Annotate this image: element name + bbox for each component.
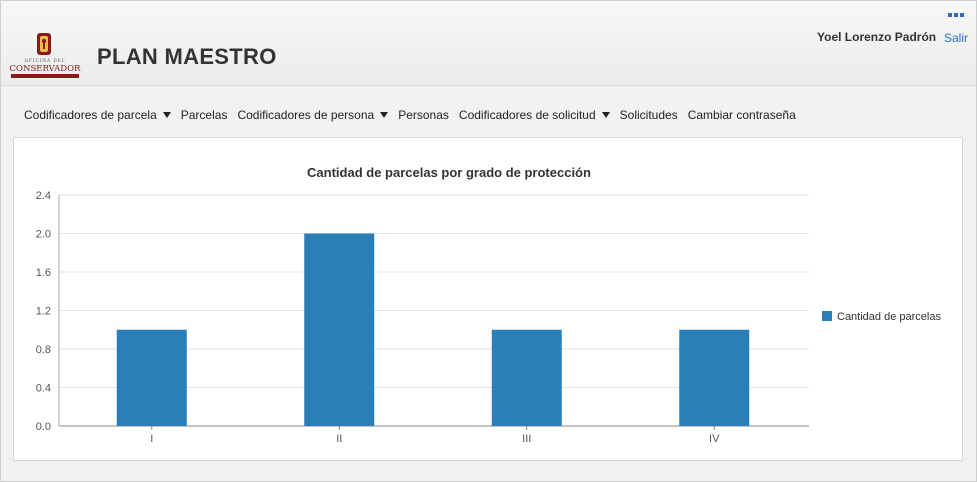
menu-item-codificadores-de-persona[interactable]: Codificadores de persona (237, 108, 389, 122)
y-tick-label: 2.4 (36, 190, 51, 202)
user-name: Yoel Lorenzo Padrón (817, 30, 937, 44)
caret-down-icon (601, 112, 610, 118)
main-menu: Codificadores de parcela Parcelas Codifica… (24, 107, 806, 123)
y-tick-label: 1.2 (36, 306, 51, 318)
y-tick-label: 0.8 (36, 344, 51, 356)
x-tick-label: III (522, 433, 531, 445)
menu-item-label: Cambiar contraseña (687, 108, 796, 122)
caret-down-icon (162, 112, 171, 118)
menu-item-cambiar-contraseña[interactable]: Cambiar contraseña (688, 108, 796, 122)
y-tick-label: 2.0 (36, 229, 51, 241)
header: OFICINA DEL CONSERVADOR PLAN MAESTRO Yoe… (1, 1, 976, 86)
x-tick-label: I (150, 433, 153, 445)
menu-item-solicitudes[interactable]: Solicitudes (620, 108, 678, 122)
menu-item-label: Personas (398, 108, 449, 122)
conservador-logo: OFICINA DEL CONSERVADOR (10, 33, 81, 78)
menu-item-label: Parcelas (180, 108, 228, 122)
more-options-icon[interactable] (948, 11, 966, 19)
menu-item-personas[interactable]: Personas (398, 108, 449, 122)
key-emblem-icon (37, 33, 51, 55)
legend-swatch (822, 311, 832, 321)
y-tick-label: 0.4 (36, 383, 51, 395)
bar-chart: Cantidad de parcelas por grado de protec… (36, 165, 942, 445)
menu-item-parcelas[interactable]: Parcelas (181, 108, 228, 122)
logo-top-text: OFICINA DEL (24, 58, 65, 63)
chart-title: Cantidad de parcelas por grado de protec… (307, 165, 591, 180)
menu-item-label: Codificadores de parcela (24, 108, 157, 122)
x-tick-label: II (336, 433, 342, 445)
legend-label: Cantidad de parcelas (837, 311, 941, 323)
menu-item-codificadores-de-parcela[interactable]: Codificadores de parcela (24, 108, 171, 122)
logo-main-text: CONSERVADOR (10, 64, 81, 74)
y-tick-label: 0.0 (36, 421, 51, 433)
y-tick-label: 1.6 (36, 267, 51, 279)
menu-item-label: Solicitudes (619, 108, 678, 122)
chart-panel: Cantidad de parcelas por grado de protec… (13, 137, 963, 461)
x-tick-label: IV (709, 433, 720, 445)
bar-ii (304, 233, 375, 426)
bar-iv (679, 329, 750, 426)
menu-item-label: Codificadores de solicitud (458, 108, 596, 122)
caret-down-icon (380, 112, 389, 118)
page-title: PLAN MAESTRO (97, 44, 277, 69)
menu-item-codificadores-de-solicitud[interactable]: Codificadores de solicitud (459, 108, 610, 122)
menu-item-label: Codificadores de persona (237, 108, 375, 122)
bar-iii (491, 329, 562, 426)
logout-link[interactable]: Salir (944, 31, 968, 45)
bar-i (116, 329, 187, 426)
